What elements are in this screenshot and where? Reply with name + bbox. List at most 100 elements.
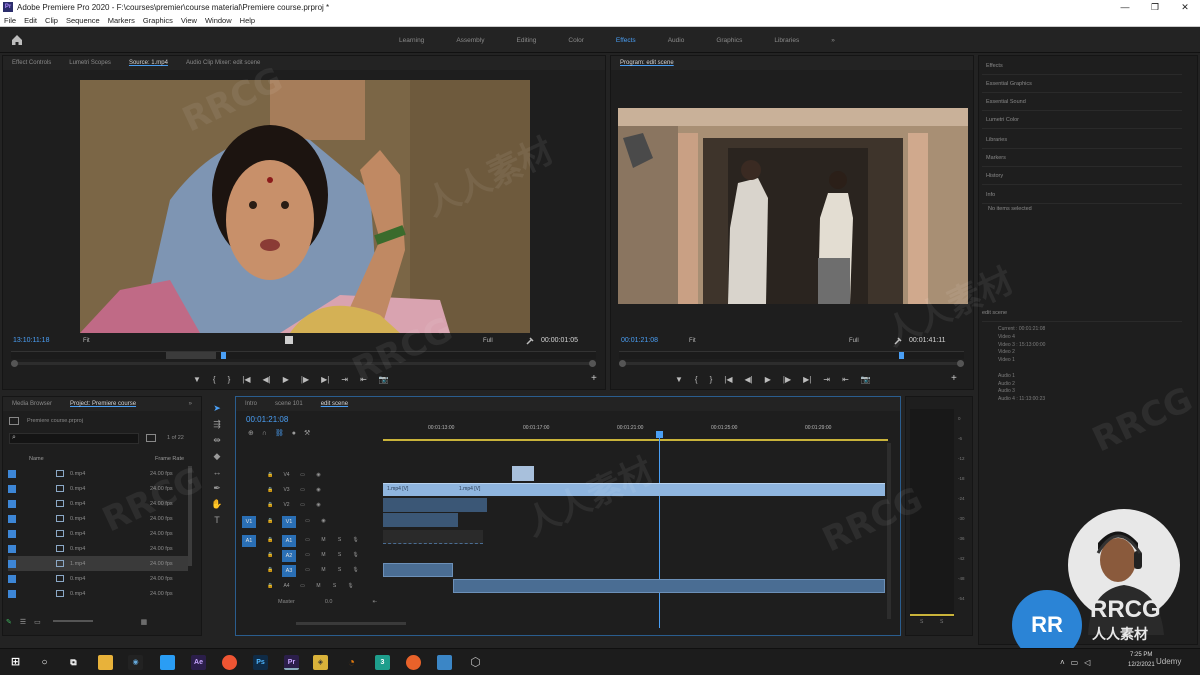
clip-fx-graphic[interactable] — [512, 466, 534, 481]
overwrite-button[interactable]: ⇤ — [360, 375, 367, 384]
chrome-icon[interactable] — [222, 655, 237, 670]
solo-button[interactable]: S — [330, 582, 339, 591]
label-color-swatch[interactable] — [8, 529, 16, 538]
timeline-playhead-handle[interactable] — [656, 431, 663, 438]
workspace-graphics[interactable]: Graphics — [700, 37, 758, 44]
menu-edit[interactable]: Edit — [20, 16, 41, 25]
label-color-swatch[interactable] — [8, 484, 16, 493]
source-quality-dropdown[interactable]: Full — [483, 338, 493, 344]
step-back-button[interactable]: ◀| — [745, 375, 753, 384]
workspace-more-button[interactable]: » — [815, 37, 851, 44]
mark-out-button[interactable]: } — [710, 375, 713, 384]
program-quality-dropdown[interactable]: Full — [849, 338, 859, 344]
clip-v2[interactable] — [383, 498, 487, 512]
blender-icon[interactable]: ◔ — [344, 655, 359, 670]
project-item[interactable]: 0.mp4 24.00 fps — [8, 571, 188, 586]
hand-tool-icon[interactable]: ✋ — [207, 496, 227, 512]
label-color-swatch[interactable] — [8, 559, 16, 568]
panel-libraries[interactable]: Libraries — [982, 131, 1182, 149]
source-mini-timeline[interactable] — [11, 351, 596, 359]
linked-selection-icon[interactable]: ⛓ — [275, 430, 292, 437]
lift-button[interactable]: ⇥ — [823, 375, 830, 384]
workspace-effects[interactable]: Effects — [600, 37, 652, 44]
label-color-swatch[interactable] — [8, 589, 16, 598]
menu-window[interactable]: Window — [201, 16, 236, 25]
unity-icon[interactable]: ⬡ — [468, 655, 483, 670]
microphone-icon[interactable]: 🎙 — [346, 582, 355, 591]
sync-lock-icon[interactable]: ▭ — [303, 566, 312, 575]
program-playhead[interactable] — [899, 352, 904, 359]
workspace-assembly[interactable]: Assembly — [440, 37, 500, 44]
mute-button[interactable]: M — [314, 582, 323, 591]
sync-lock-icon[interactable]: ▭ — [303, 517, 312, 526]
play-button[interactable]: ▶ — [765, 375, 771, 384]
panel-lumetri-color[interactable]: Lumetri Color — [982, 111, 1182, 129]
app-icon[interactable]: ◈ — [313, 655, 328, 670]
track-label-v2[interactable]: V2 — [282, 501, 291, 510]
premiere-taskbar-icon[interactable]: Pr — [284, 655, 299, 670]
panel-history[interactable]: History — [982, 167, 1182, 185]
timeline-vertical-scrollbar[interactable] — [887, 443, 891, 619]
label-color-swatch[interactable] — [8, 499, 16, 508]
mail-icon[interactable] — [160, 655, 175, 670]
column-frame-rate[interactable]: Frame Rate — [155, 456, 184, 462]
new-item-icon[interactable]: ▦ — [141, 619, 148, 626]
timeline-ruler[interactable]: 00:01:13:00 00:01:17:00 00:01:21:00 00:0… — [383, 423, 888, 441]
nest-icon[interactable]: ⊕ — [248, 430, 262, 437]
menu-file[interactable]: File — [0, 16, 20, 25]
label-color-swatch[interactable] — [8, 469, 16, 478]
source-zoom-scrollbar[interactable] — [11, 360, 596, 367]
source-timecode[interactable]: 13:10:11:18 — [13, 337, 49, 344]
project-item[interactable]: 0.mp4 24.00 fps — [8, 481, 188, 496]
panel-essential-sound[interactable]: Essential Sound — [982, 93, 1182, 111]
clip-a1[interactable] — [383, 530, 483, 544]
sync-lock-icon[interactable]: ▭ — [298, 471, 307, 480]
go-to-in-button[interactable]: |◀ — [724, 375, 732, 384]
clip-v3-1[interactable]: 1.mp4 [V] — [383, 483, 455, 496]
lock-icon[interactable]: 🔒 — [266, 551, 275, 560]
label-color-swatch[interactable] — [8, 514, 16, 523]
project-item[interactable]: 0.mp4 24.00 fps — [8, 511, 188, 526]
file-explorer-icon[interactable] — [98, 655, 113, 670]
clock-date[interactable]: 12/2/2021 — [1128, 662, 1155, 668]
firefox-icon[interactable] — [406, 655, 421, 670]
sync-lock-icon[interactable]: ▭ — [303, 536, 312, 545]
project-item[interactable]: 0.mp4 24.00 fps — [8, 526, 188, 541]
mute-button[interactable]: M — [319, 551, 328, 560]
master-volume[interactable]: 0.0 — [325, 599, 333, 605]
clip-v1[interactable] — [383, 513, 458, 527]
step-back-button[interactable]: ◀| — [263, 375, 271, 384]
track-label-a1[interactable]: A1 — [282, 534, 296, 547]
lock-icon[interactable]: 🔒 — [266, 517, 275, 526]
button-editor-plus-icon[interactable]: + — [591, 373, 597, 384]
3d-app-icon[interactable]: 3 — [375, 655, 390, 670]
source-playhead[interactable] — [221, 352, 226, 359]
mute-button[interactable]: M — [319, 566, 328, 575]
track-label-a2[interactable]: A2 — [282, 549, 296, 562]
timeline-zoom-scrollbar[interactable] — [296, 622, 406, 625]
sync-lock-icon[interactable]: ▭ — [298, 486, 307, 495]
solo-button[interactable]: S — [335, 566, 344, 575]
after-effects-icon[interactable]: Ae — [191, 655, 206, 670]
workspace-color[interactable]: Color — [552, 37, 600, 44]
tab-sequence-intro[interactable]: Intro — [236, 401, 266, 407]
search-icon[interactable]: ○ — [37, 655, 52, 670]
clock-time[interactable]: 7:25 PM — [1130, 652, 1152, 658]
eye-icon[interactable]: ◉ — [314, 471, 323, 480]
slip-tool-icon[interactable]: ↔ — [207, 464, 227, 480]
tab-audio-clip-mixer[interactable]: Audio Clip Mixer: edit scene — [177, 60, 269, 66]
razor-tool-icon[interactable]: ◆ — [207, 448, 227, 464]
sync-lock-icon[interactable]: ▭ — [303, 551, 312, 560]
panel-essential-graphics[interactable]: Essential Graphics — [982, 75, 1182, 93]
track-select-tool-icon[interactable]: ⇶ — [207, 416, 227, 432]
tab-project[interactable]: Project: Premiere course — [61, 401, 145, 407]
workspace-learning[interactable]: Learning — [383, 37, 440, 44]
solo-left[interactable]: S — [920, 619, 923, 625]
go-to-out-button[interactable]: ▶| — [803, 375, 811, 384]
workspace-audio[interactable]: Audio — [652, 37, 701, 44]
ripple-edit-tool-icon[interactable]: ⇹ — [207, 432, 227, 448]
insert-button[interactable]: ⇥ — [341, 375, 348, 384]
go-to-out-button[interactable]: ▶| — [321, 375, 329, 384]
project-item[interactable]: 0.mp4 24.00 fps — [8, 496, 188, 511]
lock-icon[interactable]: 🔒 — [266, 536, 275, 545]
